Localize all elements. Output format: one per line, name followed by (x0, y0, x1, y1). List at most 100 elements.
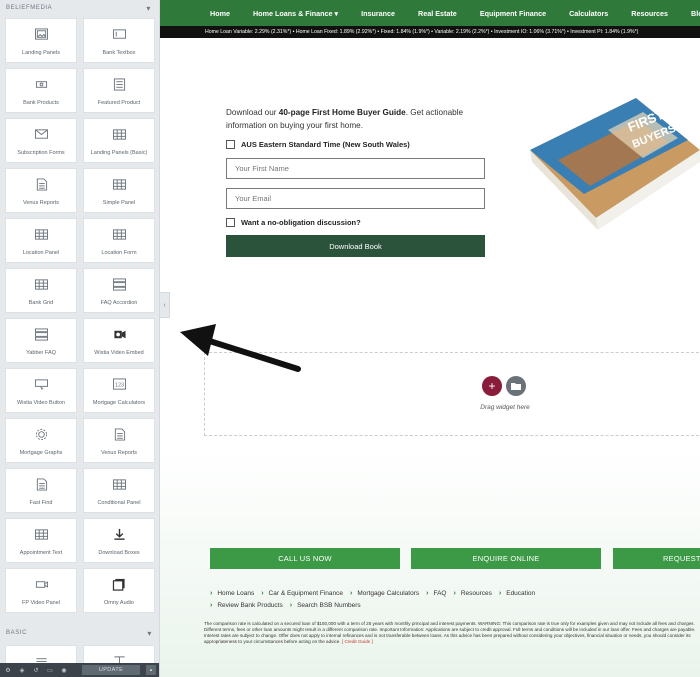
widget-label: Landing Panels (Basic) (90, 150, 148, 156)
widget-label: Landing Panels (22, 50, 60, 56)
chevron-right-icon: › (426, 589, 429, 597)
footer-link-search-bsb-numbers[interactable]: Search BSB Numbers (297, 602, 361, 609)
nav-item-real-estate[interactable]: Real Estate (418, 9, 457, 18)
widget-label: Bank Textbox (102, 50, 136, 56)
widget-label: Mortgage Graphs (19, 450, 63, 456)
widget-tile-location-panel[interactable]: Location Panel (5, 218, 77, 263)
timezone-checkbox-row: AUS Eastern Standard Time (New South Wal… (226, 140, 496, 149)
grid-icon (33, 277, 49, 291)
widget-label: Featured Product (97, 100, 141, 106)
widget-label: Bank Products (23, 100, 59, 106)
footer-link-home-loans[interactable]: Home Loans (217, 590, 254, 597)
layers-icon[interactable]: ◈ (18, 667, 26, 674)
widget-tile-simple-panel[interactable]: Simple Panel (83, 168, 155, 213)
responsive-icon[interactable]: ▭ (46, 667, 54, 674)
settings-icon[interactable]: ⚙ (4, 667, 12, 674)
widget-tile-fp-video-panel[interactable]: FP Video Panel (5, 568, 77, 613)
widget-label: FP Video Panel (21, 600, 61, 606)
footer-link-faq[interactable]: FAQ (433, 590, 446, 597)
svg-text:123: 123 (114, 382, 123, 388)
video-button-icon (33, 377, 49, 391)
first-name-input[interactable] (226, 158, 485, 179)
chevron-right-icon: › (498, 589, 502, 597)
email-input[interactable] (226, 188, 485, 209)
timezone-label: AUS Eastern Standard Time (New South Wal… (241, 140, 410, 149)
widget-label: Bank Grid (28, 300, 54, 306)
footer-link-mortgage-calculators[interactable]: Mortgage Calculators (357, 590, 419, 597)
footer-link-resources[interactable]: Resources (461, 590, 492, 597)
preview-icon[interactable]: ◉ (60, 667, 68, 674)
widget-tile-venus-reports[interactable]: Venus Reports (83, 418, 155, 463)
widget-label: Venus Reports (100, 450, 138, 456)
nav-item-calculators[interactable]: Calculators (569, 9, 608, 18)
report-icon (33, 177, 49, 191)
widget-tile-landing-panels-basic[interactable]: Landing Panels (Basic) (83, 118, 155, 163)
update-button[interactable]: UPDATE (82, 665, 140, 675)
widget-label: FAQ Accordion (100, 300, 138, 306)
widget-tile-fast-find[interactable]: Fast Find (5, 468, 77, 513)
widget-tile-wistia-video-button[interactable]: Wistia Video Button (5, 368, 77, 413)
widget-label: Venus Reports (22, 200, 60, 206)
add-section-plus-icon[interactable]: + (482, 376, 502, 396)
request-button[interactable]: REQUEST (613, 548, 700, 569)
nav-item-home[interactable]: Home (210, 9, 230, 18)
enquire-online-button[interactable]: ENQUIRE ONLINE (411, 548, 601, 569)
footer-links-row-1: › Home Loans › Car & Equipment Finance › Mort… (210, 587, 700, 599)
nav-item-equipment-finance[interactable]: Equipment Finance (480, 9, 546, 18)
chevron-down-icon[interactable]: ▾ (147, 629, 152, 638)
widget-tile-venus-reports[interactable]: Venus Reports (5, 168, 77, 213)
promo-lead-text: Download our 40-page First Home Buyer Gu… (226, 106, 496, 132)
disclaimer-text: The comparison rate is calculated on a s… (204, 621, 696, 645)
chevron-down-icon[interactable]: ▾ (146, 4, 151, 13)
credit-guide-link[interactable]: [ Credit Guide ] (342, 639, 373, 644)
nav-item-blog[interactable]: Blog (691, 9, 700, 18)
editor-root: BELIEFMEDIA ▾ Landing Panels Bank Textbox… (0, 0, 700, 677)
footer-link-car-equipment-finance[interactable]: Car & Equipment Finance (269, 590, 343, 597)
widget-tile-location-form[interactable]: Location Form (83, 218, 155, 263)
collapse-panel-handle[interactable]: ‹ (160, 292, 170, 318)
nav-item-resources[interactable]: Resources (631, 9, 668, 18)
first-home-buyer-guide-book-image: FIRST HOM BUYERS GUIDE (530, 94, 700, 230)
history-icon[interactable]: ↺ (32, 667, 40, 674)
widget-tile-subscription-forms[interactable]: Subscription Forms (5, 118, 77, 163)
drop-zone-actions: + (482, 376, 526, 396)
widget-tile-faq-accordion[interactable]: FAQ Accordion (83, 268, 155, 313)
widget-tile-bank-products[interactable]: Bank Products (5, 68, 77, 113)
nav-item-insurance[interactable]: Insurance (361, 9, 395, 18)
chevron-right-icon: › (453, 589, 456, 597)
widget-tile-download-boxes[interactable]: Download Boxes (83, 518, 155, 563)
template-folder-icon[interactable] (506, 376, 526, 396)
widget-tile-landing-panels[interactable]: Landing Panels (5, 18, 77, 63)
widget-tile-omny-audio[interactable]: Omny Audio (83, 568, 155, 613)
widget-tile-mortgage-calculators[interactable]: 123 Mortgage Calculators (83, 368, 155, 413)
audio-icon (111, 577, 127, 591)
widget-tile-mortgage-graphs[interactable]: Mortgage Graphs (5, 418, 77, 463)
widget-label: Yabber FAQ (26, 350, 56, 356)
widget-label: Download Boxes (98, 550, 140, 556)
footer-link-education[interactable]: Education (506, 590, 535, 597)
widget-tile-conditional-panel[interactable]: Conditional Panel (83, 468, 155, 513)
widget-tile-yabber-faq[interactable]: Yabber FAQ (5, 318, 77, 363)
video-camera-icon (111, 327, 127, 341)
update-options-caret-icon[interactable]: ▴ (146, 665, 156, 675)
download-icon (111, 527, 127, 541)
video-panel-icon (33, 577, 49, 591)
download-book-button[interactable]: Download Book (226, 235, 485, 257)
beliefmedia-section-header[interactable]: BELIEFMEDIA ▾ (0, 0, 159, 16)
widget-tile-appointment-text[interactable]: Appointment Text (5, 518, 77, 563)
nav-item-home-loans-finance[interactable]: Home Loans & Finance ▾ (253, 9, 338, 18)
grid-icon (111, 227, 127, 241)
widget-tile-featured-product[interactable]: Featured Product (83, 68, 155, 113)
discussion-checkbox[interactable] (226, 218, 235, 227)
timezone-checkbox[interactable] (226, 140, 235, 149)
widget-tile-bank-grid[interactable]: Bank Grid (5, 268, 77, 313)
basic-section-header[interactable]: BASIC ▾ (0, 625, 159, 641)
widget-sidebar: BELIEFMEDIA ▾ Landing Panels Bank Textbox… (0, 0, 160, 677)
widget-tile-wistia-video-embed[interactable]: Wistia Video Embed (83, 318, 155, 363)
basic-section-title: BASIC (6, 630, 28, 636)
widget-label: Appointment Text (19, 550, 63, 556)
footer-link-review-bank-products[interactable]: Review Bank Products (217, 602, 282, 609)
call-us-now-button[interactable]: CALL US NOW (210, 548, 400, 569)
widget-tile-bank-textbox[interactable]: Bank Textbox (83, 18, 155, 63)
grid-icon (111, 127, 127, 141)
